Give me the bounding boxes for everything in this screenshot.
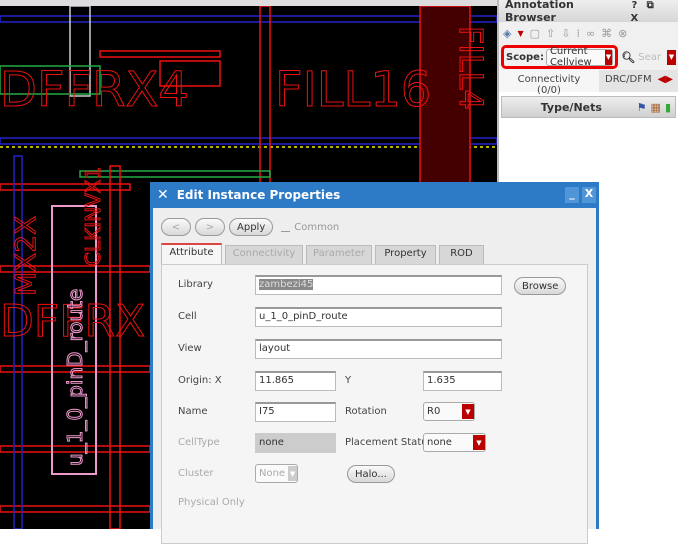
previous-button[interactable]: < [161, 218, 191, 236]
minimize-button[interactable]: _ [565, 187, 579, 203]
layout-label: DFFRX4 [0, 62, 189, 118]
next-button[interactable]: > [195, 218, 225, 236]
columns-icon[interactable]: ▮ [665, 101, 671, 114]
view-label: View [178, 343, 202, 354]
origin-x-field[interactable]: 11.865 [255, 371, 336, 391]
tab-scroll-arrows[interactable]: ◀▶ [658, 70, 673, 92]
placement-status-label: Placement Status [345, 437, 433, 448]
apply-button[interactable]: Apply [229, 218, 274, 236]
close-button[interactable]: X [628, 13, 640, 24]
common-label: Common [294, 221, 340, 233]
layout-label: MX2X [9, 216, 42, 296]
panel-title: Annotation Browser [505, 0, 574, 24]
unlink-icon[interactable]: ⌘ [601, 27, 612, 40]
layout-label: FILL4 [452, 26, 490, 110]
help-button[interactable]: ? [628, 0, 640, 11]
cell-field[interactable]: u_1_0_pinD_route [255, 307, 502, 327]
probe-icon[interactable]: ⚑ [637, 101, 647, 114]
tab-rod[interactable]: ROD [439, 245, 484, 264]
library-label: Library [178, 279, 213, 290]
cluster-label: Cluster [178, 468, 214, 479]
layout-label: u_1_0_pinD_route [63, 289, 87, 466]
chevron-down-icon: ▼ [462, 404, 474, 419]
cluster-select[interactable]: None ▼ [255, 464, 298, 483]
halo-button[interactable]: Halo... [347, 465, 395, 483]
info-icon[interactable]: ⁞ [576, 27, 580, 40]
dialog-tabs: Attribute Connectivity Parameter Propert… [161, 243, 588, 264]
chevron-down-icon: ▼ [604, 49, 613, 65]
library-value: zambezi45 [259, 279, 314, 290]
clear-icon[interactable]: ⊗ [618, 27, 627, 40]
scope-select[interactable]: Current Cellview ▼ [545, 46, 614, 68]
search-dropdown-icon[interactable]: ▼ [666, 49, 676, 65]
rotation-select[interactable]: R0 ▼ [423, 402, 475, 421]
float-button[interactable]: ⧉ [644, 0, 656, 11]
tab-property[interactable]: Property [375, 245, 436, 264]
layout-label: FILL16 [275, 62, 431, 118]
physical-only-label: Physical Only [178, 497, 245, 508]
chevron-down-icon: ▼ [473, 435, 485, 450]
close-button[interactable]: X [582, 187, 596, 203]
cluster-value: None [259, 468, 286, 479]
layout-label: CLKINVX1 [81, 167, 105, 266]
annotation-toolbar: ◈ ▼ ▢ ⇧ ⇩ ⁞ ∞ ⌘ ⊗ [499, 22, 678, 44]
tab-parameter[interactable]: Parameter [306, 245, 372, 264]
rotation-label: Rotation [345, 406, 387, 417]
view-field[interactable]: layout [255, 339, 502, 359]
origin-y-field[interactable]: 1.635 [423, 371, 502, 391]
type-nets-header: Type/Nets ⚑ ▦ ▮ [501, 96, 676, 118]
filter-icon[interactable]: ◈ [503, 27, 511, 40]
scope-highlight: Scope: Current Cellview ▼ [501, 45, 619, 69]
placement-status-select[interactable]: none ▼ [423, 433, 486, 452]
common-checkbox[interactable] [281, 223, 291, 232]
tab-attribute[interactable]: Attribute [161, 243, 222, 264]
annotation-browser-titlebar: Annotation Browser ? ⧉ X [499, 0, 678, 24]
edit-instance-properties-dialog: ✕ Edit Instance Properties _ X < > Apply … [150, 182, 599, 544]
scope-value: Current Cellview [549, 46, 592, 68]
annotation-tabs: Connectivity (0/0) DRC/DFM ◀▶ [499, 70, 678, 96]
celltype-label: CellType [178, 437, 220, 448]
tab-drc-dfm[interactable]: DRC/DFM [599, 70, 658, 92]
name-label: Name [178, 406, 208, 417]
search-input[interactable]: Sear [638, 52, 661, 63]
rotation-value: R0 [427, 406, 441, 417]
attribute-form: Library zambezi45 Browse Cell u_1_0_pinD… [161, 264, 588, 544]
dialog-titlebar[interactable]: ✕ Edit Instance Properties _ X [153, 182, 596, 208]
tab-connectivity[interactable]: Connectivity (0/0) [499, 70, 599, 96]
celltype-field: none [255, 433, 336, 453]
tab-connectivity[interactable]: Connectivity [225, 245, 303, 264]
zoom-fit-icon[interactable]: ▢ [530, 27, 540, 40]
up-arrow-icon[interactable]: ⇧ [546, 27, 555, 40]
down-arrow-icon[interactable]: ⇩ [561, 27, 570, 40]
dropdown-icon[interactable]: ▼ [517, 29, 523, 38]
browse-button[interactable]: Browse [514, 277, 567, 295]
origin-x-label: Origin: X [178, 375, 222, 386]
search-icon: 🔍︎ [621, 50, 636, 64]
cell-label: Cell [178, 311, 197, 322]
name-field[interactable]: I75 [255, 402, 336, 422]
column-header[interactable]: Type/Nets [506, 101, 637, 114]
scope-label: Scope: [506, 51, 544, 63]
library-field[interactable]: zambezi45 [255, 275, 502, 295]
x-logo-icon: ✕ [157, 187, 169, 203]
chevron-down-icon: ▼ [288, 466, 297, 481]
link-icon[interactable]: ∞ [586, 27, 595, 40]
grid-icon[interactable]: ▦ [651, 101, 661, 114]
placement-value: none [427, 437, 452, 448]
scope-row: Scope: Current Cellview ▼ 🔍︎ Sear ▼ [499, 44, 678, 70]
dialog-title: Edit Instance Properties [176, 188, 341, 202]
origin-y-label: Y [345, 375, 352, 386]
